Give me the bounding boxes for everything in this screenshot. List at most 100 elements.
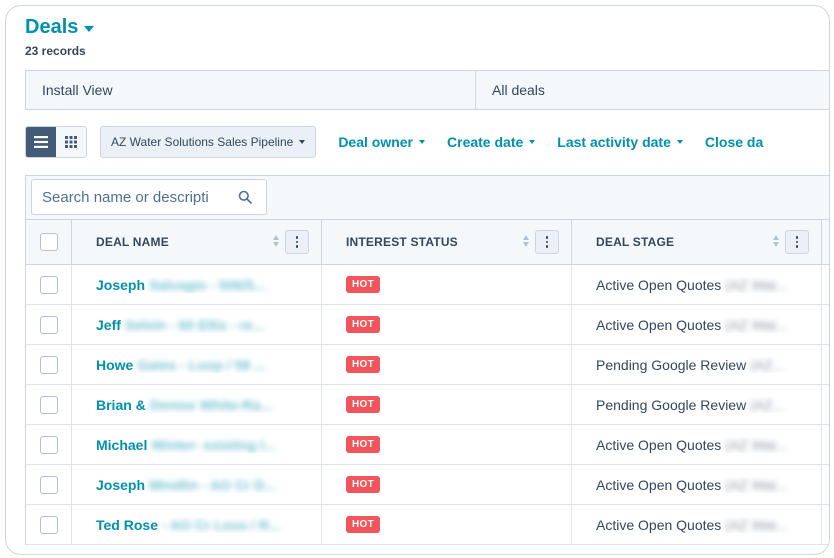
column-deal-name[interactable]: DEAL NAME	[72, 220, 322, 264]
deal-name-obscured: Gates - Loop / 58 ...	[137, 356, 266, 373]
deal-stage-cell: Active Open Quotes (AZ Wat...	[572, 505, 822, 544]
interest-status-cell: HOT	[322, 345, 572, 384]
filter-label: Last activity date	[557, 134, 671, 150]
interest-status-cell: HOT	[322, 505, 572, 544]
grid-icon	[65, 136, 77, 148]
deals-table: DEAL NAME INTEREST STATUS DEAL STAGE Jos…	[25, 219, 829, 545]
view-mode-toggle	[25, 126, 87, 158]
deal-name-cell: Ted Rose - AO Cr Loss / R...	[72, 505, 322, 544]
table-row: Joseph Mindlin - AO Cr D... HOT Active Op…	[25, 465, 829, 505]
row-checkbox[interactable]	[39, 475, 58, 494]
deal-stage-obscured: (AZ...	[750, 396, 785, 413]
sort-icon[interactable]	[523, 235, 529, 247]
chevron-down-icon	[529, 140, 536, 144]
deal-name-link[interactable]: Howe Gates - Loop / 58 ...	[96, 357, 296, 373]
deal-stage: Active Open Quotes	[596, 516, 722, 533]
list-view-button[interactable]	[26, 127, 56, 157]
tab-install-view[interactable]: Install View	[26, 71, 476, 109]
deal-stage-cell: Active Open Quotes (AZ Wat...	[572, 265, 822, 304]
deal-name: Jeff	[96, 316, 121, 333]
row-checkbox-cell	[26, 385, 72, 424]
row-checkbox-cell	[26, 305, 72, 344]
deal-stage-cell: Active Open Quotes (AZ Wat...	[572, 305, 822, 344]
deal-name-link[interactable]: Brian & Denise White-Ra...	[96, 397, 296, 413]
chevron-down-icon	[419, 140, 426, 144]
row-checkbox[interactable]	[39, 315, 58, 334]
interest-status-cell: HOT	[322, 305, 572, 344]
deal-name: Ted Rose	[96, 516, 158, 533]
deal-stage-obscured: (AZ...	[750, 356, 785, 373]
deal-name: Brian &	[96, 396, 146, 413]
table-row: Ted Rose - AO Cr Loss / R... HOT Active O…	[25, 505, 829, 545]
deal-name-cell: Howe Gates - Loop / 58 ...	[72, 345, 322, 384]
deal-name-cell: Michael Winter- existing l...	[72, 425, 322, 464]
deal-stage: Active Open Quotes	[596, 316, 722, 333]
deal-name-obscured: Winter- existing l...	[151, 436, 276, 453]
grid-view-button[interactable]	[56, 127, 86, 157]
deal-name-cell: Joseph Salvagio - 506/5...	[72, 265, 322, 304]
deal-name: Joseph	[96, 276, 146, 293]
select-all-checkbox[interactable]	[39, 233, 58, 251]
deal-stage-obscured: (AZ Wat...	[725, 436, 788, 453]
pipeline-select-label: AZ Water Solutions Sales Pipeline	[111, 135, 294, 149]
app-frame: Deals 23 records Install View All deals	[5, 5, 830, 555]
column-label: DEAL NAME	[96, 235, 169, 249]
status-badge: HOT	[346, 276, 381, 293]
column-interest-status[interactable]: INTEREST STATUS	[322, 220, 572, 264]
deal-stage: Active Open Quotes	[596, 276, 722, 293]
sort-icon[interactable]	[273, 235, 279, 247]
interest-status-cell: HOT	[322, 265, 572, 304]
deal-stage-obscured: (AZ Wat...	[725, 276, 788, 293]
row-checkbox-cell	[26, 265, 72, 304]
interest-status-cell: HOT	[322, 465, 572, 504]
deal-name-link[interactable]: Jeff Selvin - 60 Ellis - re...	[96, 317, 296, 333]
row-checkbox[interactable]	[39, 395, 58, 414]
filter-last-activity-date[interactable]: Last activity date	[557, 134, 683, 150]
deal-name-obscured: - AO Cr Loss / R...	[161, 516, 281, 533]
record-count: 23 records	[25, 44, 86, 58]
deal-stage-obscured: (AZ Wat...	[725, 476, 788, 493]
filter-deal-owner[interactable]: Deal owner	[338, 134, 426, 150]
interest-status-cell: HOT	[322, 385, 572, 424]
deal-stage-obscured: (AZ Wat...	[725, 516, 788, 533]
column-menu-button[interactable]	[285, 230, 309, 254]
column-menu-button[interactable]	[535, 230, 559, 254]
deal-name-link[interactable]: Joseph Salvagio - 506/5...	[96, 277, 296, 293]
page-title-dropdown[interactable]: Deals	[25, 16, 95, 39]
row-checkbox-cell	[26, 345, 72, 384]
row-checkbox[interactable]	[39, 435, 58, 454]
filter-label: Close da	[704, 134, 764, 150]
interest-status-cell: HOT	[322, 425, 572, 464]
sort-icon[interactable]	[773, 235, 779, 247]
chevron-down-icon	[84, 25, 95, 32]
list-icon	[34, 136, 48, 148]
tab-label: All deals	[492, 82, 545, 98]
filter-toolbar: AZ Water Solutions Sales Pipeline Deal o…	[25, 126, 763, 158]
deal-name-link[interactable]: Joseph Mindlin - AO Cr D...	[96, 477, 296, 493]
row-checkbox-cell	[26, 465, 72, 504]
row-checkbox-cell	[26, 505, 72, 544]
filter-close-date[interactable]: Close da	[705, 134, 763, 150]
row-checkbox[interactable]	[39, 355, 58, 374]
deal-stage-cell: Active Open Quotes (AZ Wat...	[572, 465, 822, 504]
deal-name-obscured: Mindlin - AO Cr D...	[149, 476, 277, 493]
search-input[interactable]	[40, 187, 234, 207]
deal-name-link[interactable]: Michael Winter- existing l...	[96, 437, 296, 453]
deal-stage-cell: Pending Google Review (AZ...	[572, 345, 822, 384]
filter-create-date[interactable]: Create date	[447, 134, 536, 150]
status-badge: HOT	[346, 396, 381, 413]
column-menu-button[interactable]	[785, 230, 809, 254]
tab-all-deals[interactable]: All deals	[476, 71, 545, 109]
deal-name-link[interactable]: Ted Rose - AO Cr Loss / R...	[96, 517, 296, 533]
deal-stage-cell: Active Open Quotes (AZ Wat...	[572, 425, 822, 464]
status-badge: HOT	[346, 476, 381, 493]
deal-name-obscured: Denise White-Ra...	[149, 396, 272, 413]
deal-stage: Pending Google Review	[596, 396, 747, 413]
search-icon[interactable]	[238, 190, 252, 204]
deal-stage-obscured: (AZ Wat...	[725, 316, 788, 333]
row-checkbox[interactable]	[39, 515, 58, 534]
deal-stage-cell: Pending Google Review (AZ...	[572, 385, 822, 424]
column-deal-stage[interactable]: DEAL STAGE	[572, 220, 822, 264]
row-checkbox[interactable]	[39, 275, 58, 294]
pipeline-select[interactable]: AZ Water Solutions Sales Pipeline	[100, 126, 317, 158]
